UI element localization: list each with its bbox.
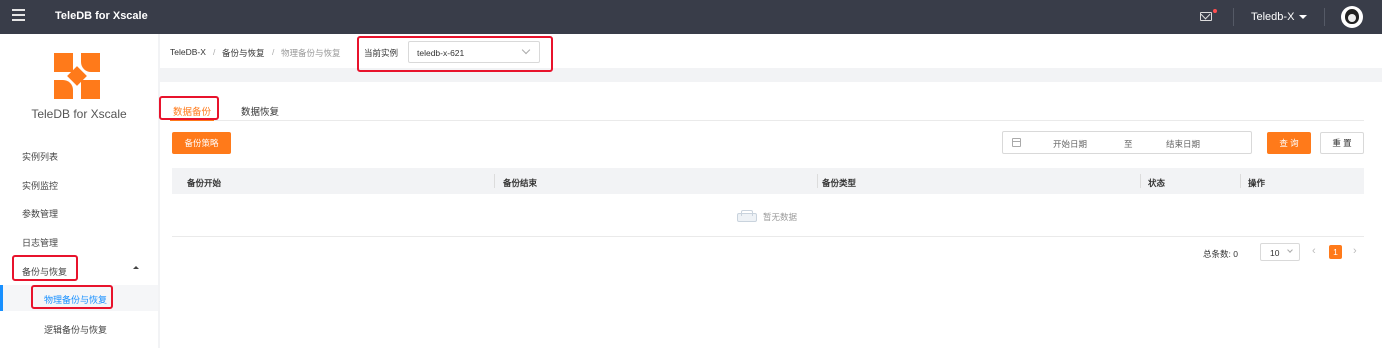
page-size-value: 10: [1270, 248, 1280, 258]
logo-icon: [54, 53, 102, 101]
empty-state-text: 暂无数据: [763, 212, 798, 222]
sidebar-item-instance-list[interactable]: 实例列表: [22, 150, 58, 163]
sidebar-item-logs[interactable]: 日志管理: [22, 236, 58, 249]
page-number-current[interactable]: 1: [1329, 245, 1342, 259]
calendar-icon: [1012, 138, 1021, 147]
avatar[interactable]: [1341, 6, 1363, 28]
notification-dot: [1213, 9, 1217, 13]
sidebar-item-parameters[interactable]: 参数管理: [22, 207, 58, 220]
breadcrumb-separator: /: [213, 47, 216, 57]
divider: [1233, 8, 1234, 26]
start-date-input[interactable]: 开始日期: [1053, 138, 1087, 150]
divider: [1324, 8, 1325, 26]
prev-page-button[interactable]: ‹: [1312, 245, 1316, 257]
highlight-box: [31, 285, 113, 309]
column-divider: [1140, 174, 1141, 188]
date-range-picker[interactable]: 开始日期 至 结束日期: [1002, 131, 1252, 154]
column-divider: [817, 174, 818, 188]
breadcrumb: TeleDB-X / 备份与恢复 / 物理备份与恢复 当前实例 teledb-x…: [160, 34, 1382, 68]
total-count: 总条数: 0: [1203, 249, 1238, 259]
breadcrumb-current: 物理备份与恢复: [281, 48, 341, 58]
table-divider: [172, 236, 1364, 237]
tabs-divider: [170, 120, 1364, 121]
tab-data-restore[interactable]: 数据恢复: [241, 104, 279, 118]
column-header: 操作: [1248, 178, 1266, 188]
menu-icon[interactable]: [12, 9, 25, 21]
reset-button[interactable]: 重 置: [1320, 132, 1364, 154]
breadcrumb-item[interactable]: TeleDB-X: [170, 47, 206, 57]
caret-up-icon[interactable]: [133, 266, 139, 269]
highlight-box: [357, 36, 553, 72]
column-divider: [494, 174, 495, 188]
app-title: TeleDB for Xscale: [55, 10, 148, 22]
highlight-box: [12, 255, 78, 281]
chevron-down-icon: [1287, 247, 1293, 253]
breadcrumb-item[interactable]: 备份与恢复: [222, 47, 265, 59]
empty-box-icon: [737, 210, 757, 222]
column-header: 备份开始: [187, 178, 222, 188]
column-header: 备份类型: [822, 178, 857, 188]
date-range-separator: 至: [1124, 139, 1133, 149]
user-menu[interactable]: Teledb-X: [1251, 11, 1294, 23]
sidebar-subitem-logical-backup[interactable]: 逻辑备份与恢复: [44, 323, 107, 336]
active-indicator: [0, 285, 3, 311]
main-panel: 数据备份 数据恢复 备份策略 开始日期 至 结束日期 查 询 重 置 备份开始 …: [160, 82, 1382, 348]
brand-name: TeleDB for Xscale: [31, 107, 127, 121]
page-size-select[interactable]: 10: [1260, 243, 1300, 261]
next-page-button[interactable]: ›: [1353, 245, 1357, 257]
table-header: 备份开始 备份结束 备份类型 状态 操作: [172, 168, 1364, 194]
sidebar-item-instance-monitor[interactable]: 实例监控: [22, 179, 58, 192]
top-bar: TeleDB for Xscale Teledb-X: [0, 0, 1382, 34]
column-header: 备份结束: [503, 178, 538, 188]
mail-icon[interactable]: [1200, 12, 1212, 21]
highlight-box: [159, 96, 219, 120]
end-date-input[interactable]: 结束日期: [1166, 138, 1200, 150]
breadcrumb-separator: /: [272, 47, 275, 57]
column-divider: [1240, 174, 1241, 188]
query-button[interactable]: 查 询: [1267, 132, 1311, 154]
backup-policy-button[interactable]: 备份策略: [172, 132, 231, 154]
column-header: 状态: [1148, 178, 1166, 188]
caret-down-icon[interactable]: [1299, 15, 1307, 19]
